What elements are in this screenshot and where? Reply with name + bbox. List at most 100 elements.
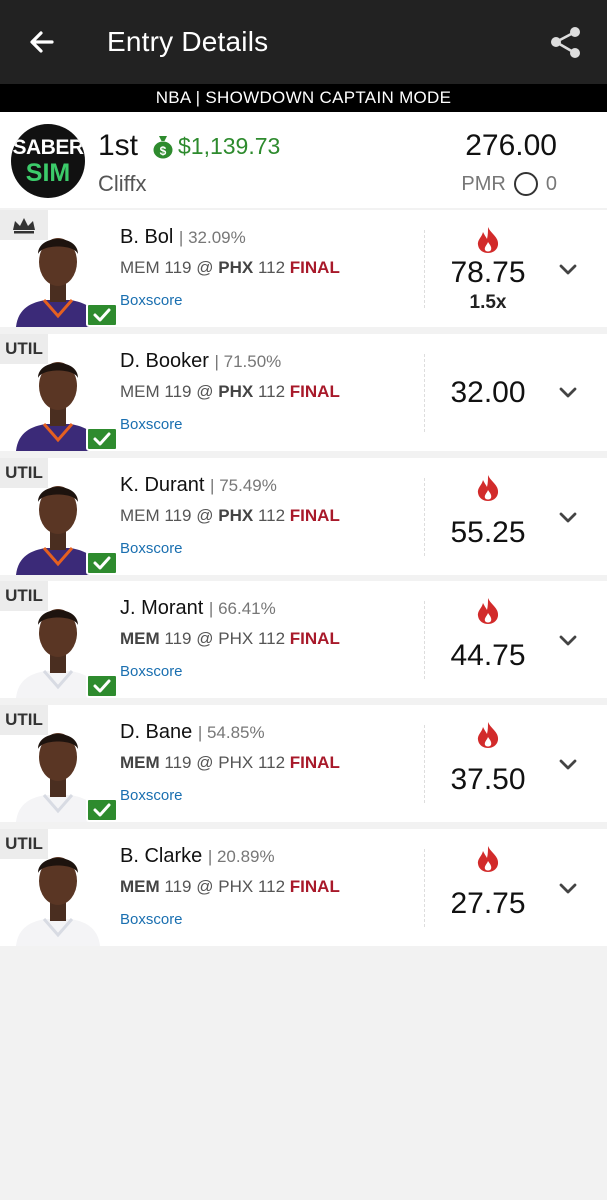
team-score: 119 bbox=[164, 506, 192, 525]
player-row[interactable]: UTIL D. Bane | 54.85% MEM 119 @ PHX 112 … bbox=[0, 705, 607, 822]
pmr-indicator: PMR 0 bbox=[420, 170, 557, 198]
logo-line-1: SABER bbox=[12, 136, 84, 159]
checkmark-icon bbox=[86, 551, 118, 575]
team-score: 119 bbox=[164, 877, 192, 896]
flame-icon bbox=[477, 598, 499, 624]
pmr-label: PMR bbox=[461, 172, 506, 195]
ownership-separator: | bbox=[207, 847, 217, 866]
player-name: K. Durant bbox=[120, 474, 205, 496]
boxscore-link[interactable]: Boxscore bbox=[120, 415, 183, 435]
team-score: 119 bbox=[164, 629, 192, 648]
game-line: MEM 119 @ PHX 112 FINAL bbox=[120, 380, 340, 404]
ownership-percent: 54.85% bbox=[206, 723, 265, 742]
app-bar: Entry Details bbox=[0, 0, 607, 84]
chevron-down-icon[interactable] bbox=[555, 631, 581, 651]
team-score: 119 bbox=[164, 753, 192, 772]
ownership-separator: | bbox=[178, 228, 189, 247]
team-name: MEM bbox=[120, 629, 160, 648]
ownership-separator: | bbox=[210, 476, 220, 495]
ownership-percent: 66.41% bbox=[218, 599, 276, 618]
at-symbol: @ bbox=[196, 382, 214, 401]
checkmark-icon bbox=[86, 427, 118, 451]
game-line: MEM 119 @ PHX 112 FINAL bbox=[120, 751, 340, 775]
game-status: FINAL bbox=[289, 753, 340, 772]
team-score: 119 bbox=[164, 258, 192, 277]
share-icon[interactable] bbox=[546, 22, 586, 62]
player-name-line: B. Bol | 32.09% bbox=[120, 224, 246, 250]
player-row[interactable]: UTIL B. Clarke | 20.89% MEM 119 @ PHX 11… bbox=[0, 829, 607, 946]
fantasy-points: 44.75 bbox=[450, 639, 526, 672]
game-status: FINAL bbox=[289, 506, 340, 525]
flame-icon bbox=[477, 846, 499, 872]
column-divider bbox=[424, 478, 425, 556]
chevron-down-icon[interactable] bbox=[555, 879, 581, 899]
player-row[interactable]: UTIL K. Durant | 75.49% MEM 119 @ PHX 11… bbox=[0, 458, 607, 575]
at-symbol: @ bbox=[196, 629, 214, 648]
page-title: Entry Details bbox=[107, 26, 269, 57]
logo-line-2: SIM bbox=[25, 159, 71, 187]
team-score: 119 bbox=[164, 382, 192, 401]
player-row[interactable]: B. Bol | 32.09% MEM 119 @ PHX 112 FINAL … bbox=[0, 210, 607, 327]
team-name: PHX bbox=[218, 382, 254, 401]
fantasy-points: 27.75 bbox=[450, 887, 526, 920]
at-symbol: @ bbox=[196, 877, 214, 896]
team-score: 112 bbox=[257, 753, 286, 772]
ownership-separator: | bbox=[208, 599, 219, 618]
team-name: MEM bbox=[120, 506, 160, 525]
boxscore-link[interactable]: Boxscore bbox=[120, 539, 183, 559]
fantasy-points: 32.00 bbox=[450, 376, 526, 409]
chevron-down-icon[interactable] bbox=[555, 755, 581, 775]
team-name: MEM bbox=[120, 382, 160, 401]
team-name: PHX bbox=[218, 877, 254, 896]
pmr-value: 0 bbox=[545, 172, 557, 195]
game-status: FINAL bbox=[289, 382, 340, 401]
username: Cliffx bbox=[98, 171, 147, 196]
boxscore-link[interactable]: Boxscore bbox=[120, 786, 183, 806]
team-name: PHX bbox=[218, 753, 254, 772]
team-name: MEM bbox=[120, 258, 160, 277]
entry-rank: 1st bbox=[98, 129, 139, 162]
player-name-line: D. Bane | 54.85% bbox=[120, 719, 265, 745]
chevron-down-icon[interactable] bbox=[555, 508, 581, 528]
player-name-line: D. Booker | 71.50% bbox=[120, 348, 281, 374]
team-name: PHX bbox=[218, 629, 254, 648]
player-photo bbox=[16, 857, 100, 946]
ownership-percent: 32.09% bbox=[188, 228, 246, 247]
fantasy-points: 78.75 bbox=[450, 256, 526, 289]
chevron-down-icon[interactable] bbox=[555, 383, 581, 403]
sabersim-logo: SABER SIM bbox=[11, 124, 85, 198]
column-divider bbox=[424, 725, 425, 803]
player-name: D. Booker bbox=[120, 350, 209, 372]
captain-multiplier: 1.5x bbox=[469, 292, 507, 313]
team-name: PHX bbox=[218, 506, 254, 525]
player-name: B. Clarke bbox=[120, 845, 203, 867]
ownership-percent: 75.49% bbox=[219, 476, 277, 495]
ownership-percent: 20.89% bbox=[216, 847, 275, 866]
game-line: MEM 119 @ PHX 112 FINAL bbox=[120, 875, 340, 899]
boxscore-link[interactable]: Boxscore bbox=[120, 662, 183, 682]
contest-mode-bar: NBA | SHOWDOWN CAPTAIN MODE bbox=[0, 84, 607, 112]
player-name: D. Bane bbox=[120, 721, 193, 743]
team-name: MEM bbox=[120, 753, 160, 772]
team-name: PHX bbox=[218, 258, 254, 277]
chevron-down-icon[interactable] bbox=[555, 260, 581, 280]
team-score: 112 bbox=[257, 506, 286, 525]
flame-icon bbox=[477, 227, 499, 253]
player-row[interactable]: UTIL J. Morant | 66.41% MEM 119 @ PHX 11… bbox=[0, 581, 607, 698]
checkmark-icon bbox=[86, 674, 118, 698]
game-line: MEM 119 @ PHX 112 FINAL bbox=[120, 256, 340, 280]
fantasy-points: 37.50 bbox=[450, 763, 526, 796]
team-score: 112 bbox=[257, 629, 286, 648]
column-divider bbox=[424, 849, 425, 927]
fantasy-points: 55.25 bbox=[450, 516, 526, 549]
game-status: FINAL bbox=[289, 877, 340, 896]
prize-amount: $1,139.73 bbox=[178, 133, 281, 159]
back-arrow-icon[interactable] bbox=[22, 22, 62, 62]
boxscore-link[interactable]: Boxscore bbox=[120, 291, 183, 311]
player-row[interactable]: UTIL D. Booker | 71.50% MEM 119 @ PHX 11… bbox=[0, 334, 607, 451]
flame-icon bbox=[477, 722, 499, 748]
team-score: 112 bbox=[257, 258, 286, 277]
boxscore-link[interactable]: Boxscore bbox=[120, 910, 183, 930]
svg-text:$: $ bbox=[160, 144, 167, 158]
player-name: B. Bol bbox=[120, 226, 174, 248]
